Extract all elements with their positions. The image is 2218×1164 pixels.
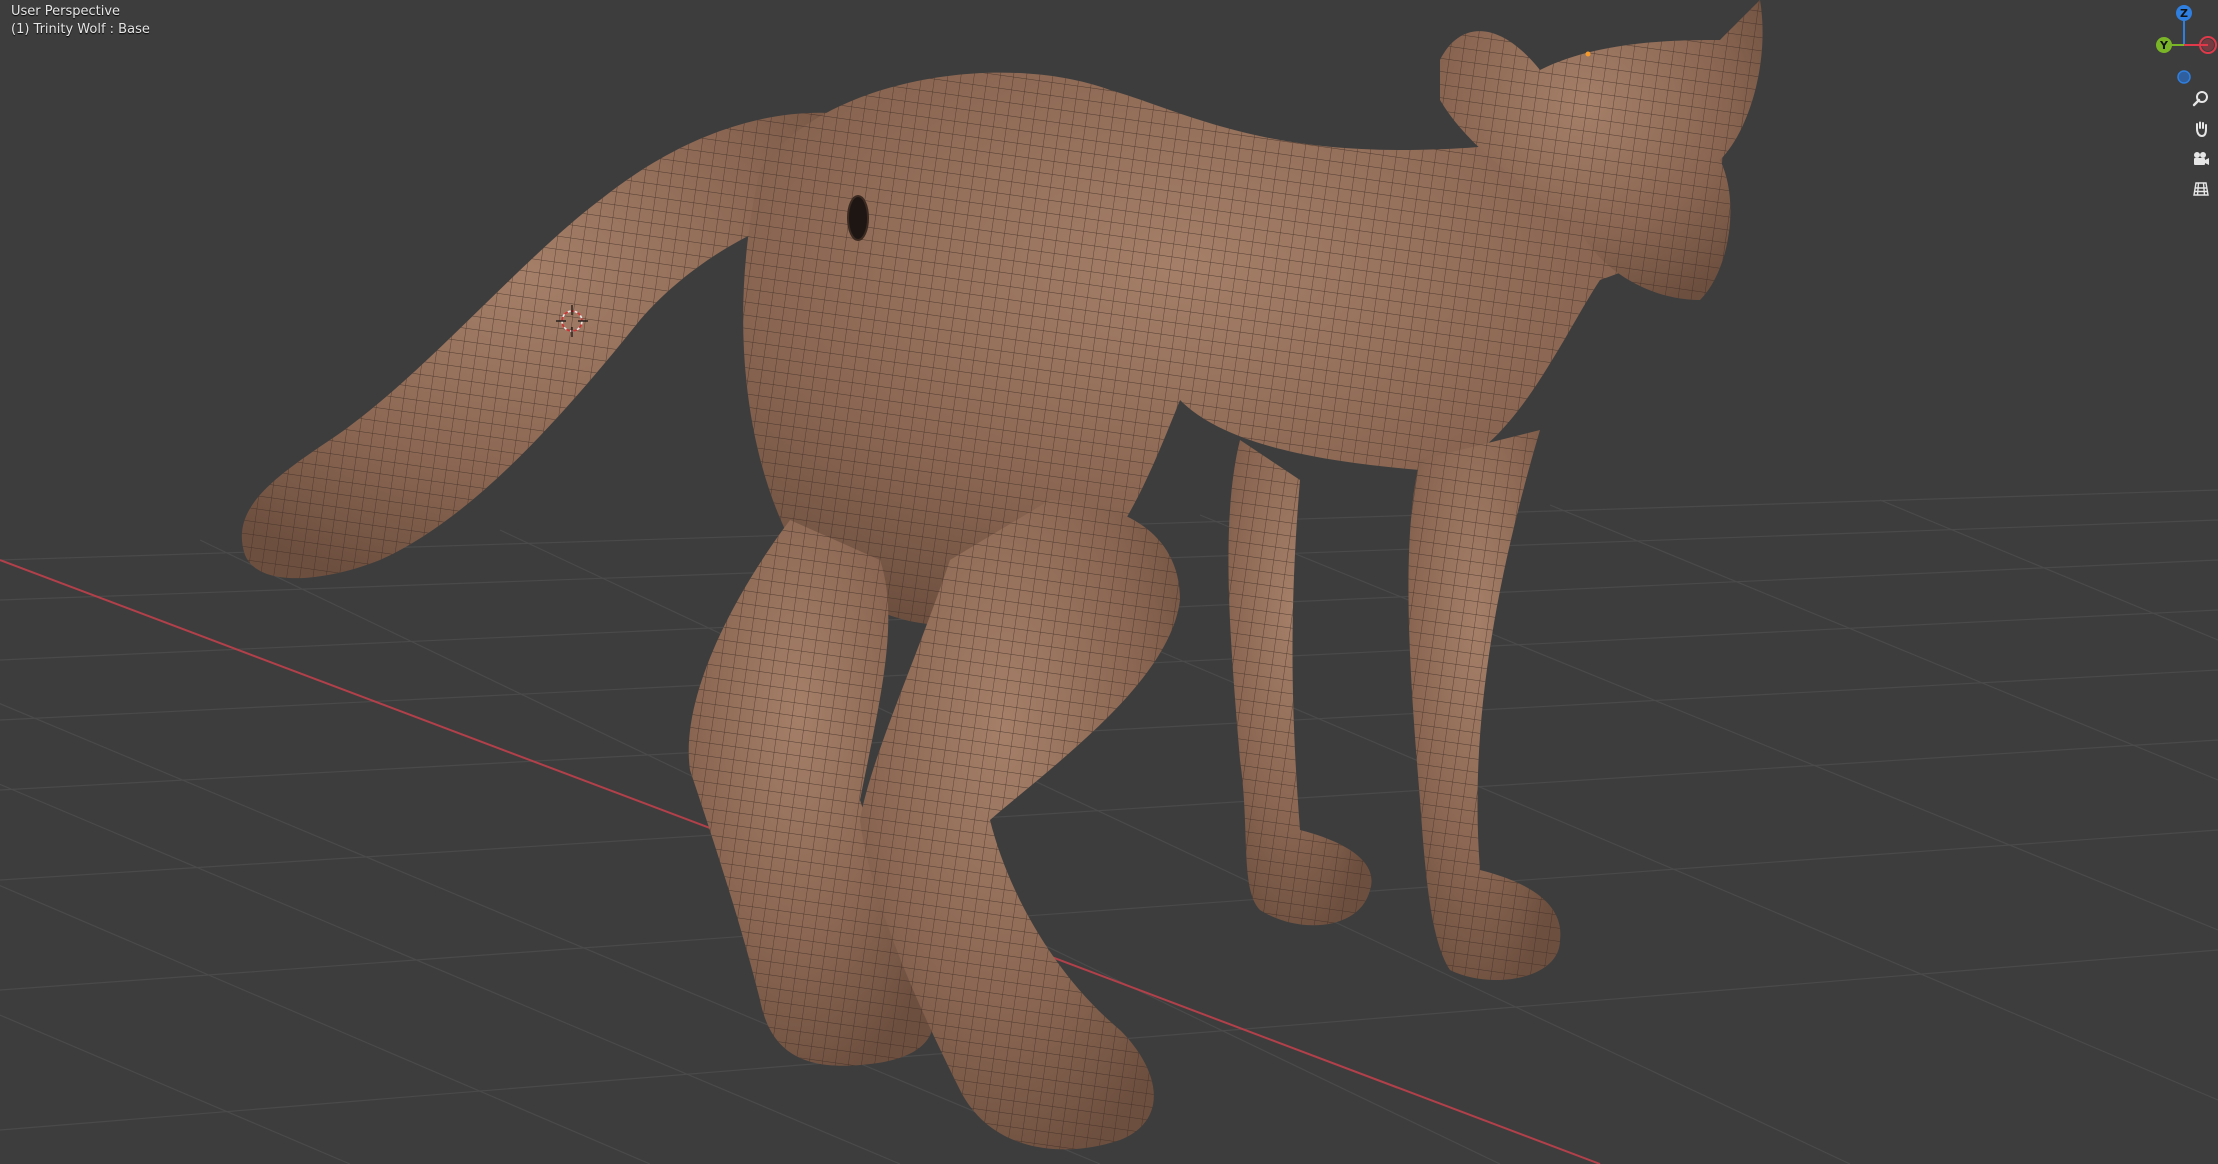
wolf-mesh[interactable]: [241, 0, 1763, 1150]
gizmo-z-label: Z: [2180, 7, 2188, 20]
gizmo-neg-z-axis[interactable]: [2177, 70, 2191, 84]
pan-button[interactable]: [2190, 118, 2212, 140]
hand-pan-icon: [2196, 121, 2207, 138]
ortho-grid-icon: [2193, 182, 2209, 196]
zoom-button[interactable]: [2190, 88, 2212, 110]
object-origin: [1585, 51, 1591, 57]
ortho-toggle-button[interactable]: [2190, 178, 2212, 200]
object-info-label: (1) Trinity Wolf : Base: [11, 22, 150, 37]
zoom-magnifier-icon: [2192, 91, 2208, 107]
3d-viewport[interactable]: User Perspective (1) Trinity Wolf : Base…: [0, 0, 2218, 1164]
gizmo-y-label: Y: [2159, 39, 2169, 52]
mesh-hole: [847, 195, 869, 241]
navigation-gizmo[interactable]: Z Y: [2138, 0, 2218, 90]
camera-view-button[interactable]: [2190, 148, 2212, 170]
camera-view-icon: [2194, 152, 2209, 165]
viewport-scene[interactable]: [0, 0, 2218, 1164]
view-name-label: User Perspective: [11, 4, 121, 19]
